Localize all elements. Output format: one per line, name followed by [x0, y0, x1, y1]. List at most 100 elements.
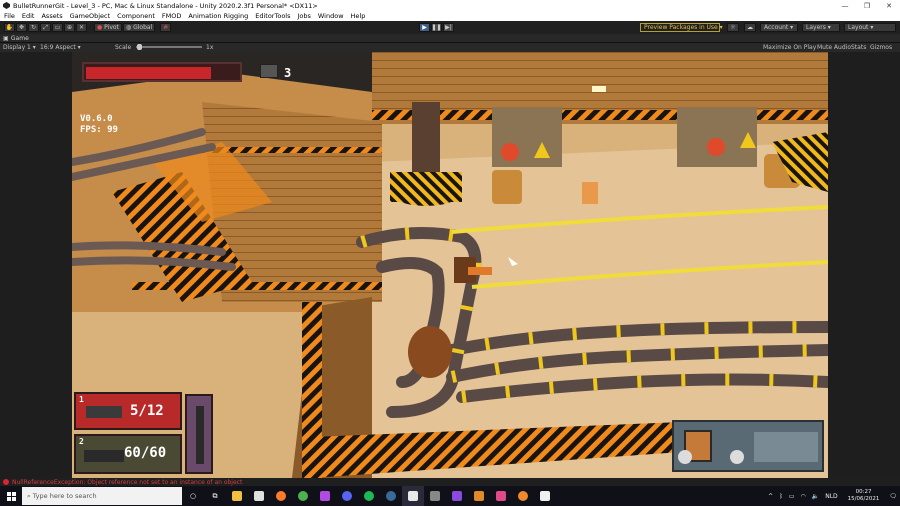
custom-tool-button[interactable]: ✕: [76, 23, 87, 32]
taskbar-app-orange[interactable]: [468, 486, 490, 506]
language-indicator[interactable]: NLD: [825, 493, 837, 500]
transform-icon: ⊕: [66, 24, 73, 31]
clock-date: 15/06/2021: [847, 496, 880, 502]
stats-toggle[interactable]: Stats: [851, 44, 866, 51]
display-dropdown[interactable]: Display 1 ▾: [3, 44, 36, 51]
close-button[interactable]: ✕: [878, 0, 900, 11]
game-viewport[interactable]: 3 V0.6.0 FPS: 99 1 5/12 2 60/60: [72, 52, 828, 478]
chevron-up-icon[interactable]: ^: [768, 493, 773, 500]
cloud-button[interactable]: ☁: [744, 23, 756, 32]
menu-fmod[interactable]: FMOD: [162, 12, 181, 20]
menu-help[interactable]: Help: [351, 12, 366, 20]
menu-editortools[interactable]: EditorTools: [255, 12, 290, 20]
search-icon: ⌕: [27, 491, 31, 500]
blender-icon: [518, 491, 528, 501]
layers-label: Layers: [806, 24, 826, 31]
menu-gameobject[interactable]: GameObject: [70, 12, 111, 20]
taskbar-blender[interactable]: [512, 486, 534, 506]
melee-slot: [185, 394, 213, 474]
taskbar-firefox[interactable]: [270, 486, 292, 506]
taskbar-discord[interactable]: [336, 486, 358, 506]
layout-label: Layout: [848, 24, 869, 31]
menu-edit[interactable]: Edit: [22, 12, 35, 20]
bat-icon: [196, 406, 204, 464]
scale-label: Scale: [115, 44, 132, 51]
layers-dropdown[interactable]: Layers ▾: [802, 23, 840, 32]
scale-tool-button[interactable]: ⤢: [40, 23, 51, 32]
tools-icon: ✕: [78, 24, 85, 31]
taskbar-explorer[interactable]: [226, 486, 248, 506]
step-button[interactable]: ▶|: [443, 23, 454, 32]
scale-value: 1x: [206, 44, 214, 51]
account-dropdown[interactable]: Account ▾: [760, 23, 798, 32]
play-button[interactable]: ▶: [419, 23, 430, 32]
item-panel: [672, 420, 824, 472]
taskbar-clock[interactable]: 00:27 15/06/2021: [845, 489, 883, 503]
task-view-icon: ⧉: [212, 491, 218, 500]
weapon-slot-1-ammo: 5/12: [130, 403, 164, 419]
minimize-button[interactable]: —: [834, 0, 856, 11]
store-icon: [254, 491, 264, 501]
lives-count: 3: [284, 66, 292, 80]
tab-game[interactable]: Game: [11, 35, 29, 42]
potion-icon: [678, 450, 692, 464]
taskbar-store[interactable]: [248, 486, 270, 506]
taskbar-unity[interactable]: [402, 486, 424, 506]
volume-icon[interactable]: 🔈: [812, 493, 819, 500]
gizmos-dropdown[interactable]: Gizmos: [870, 44, 892, 51]
pause-icon: ❚❚: [431, 24, 442, 31]
play-icon: ▶: [422, 24, 427, 31]
menu-jobs[interactable]: Jobs: [297, 12, 310, 20]
taskbar-visual-studio[interactable]: [446, 486, 468, 506]
menu-window[interactable]: Window: [318, 12, 344, 20]
taskbar-spotify[interactable]: [358, 486, 380, 506]
snap-button[interactable]: #: [160, 23, 172, 32]
viewport-letterbox-right: [828, 52, 900, 478]
taskbar-app-white[interactable]: [534, 486, 556, 506]
menu-file[interactable]: File: [4, 12, 15, 20]
taskbar-app-colorful[interactable]: [490, 486, 512, 506]
cortana-button[interactable]: ○: [182, 486, 204, 506]
maximize-on-play-toggle[interactable]: Maximize On Play: [763, 44, 816, 51]
menu-animation-rigging[interactable]: Animation Rigging: [188, 12, 248, 20]
rect-tool-button[interactable]: ▭: [52, 23, 63, 32]
taskbar-steam[interactable]: [380, 486, 402, 506]
scale-slider-handle[interactable]: [137, 44, 142, 50]
maximize-button[interactable]: ❐: [856, 0, 878, 11]
rotate-tool-button[interactable]: ↻: [28, 23, 39, 32]
bluetooth-icon[interactable]: ᛒ: [779, 493, 783, 500]
taskbar-search[interactable]: ⌕ Type here to search: [22, 487, 182, 505]
network-icon[interactable]: ▭: [789, 493, 795, 500]
layout-dropdown[interactable]: Layout ▾: [844, 23, 896, 32]
step-icon: ▶|: [445, 24, 452, 31]
transform-tool-button[interactable]: ⊕: [64, 23, 75, 32]
task-view-button[interactable]: ⧉: [204, 486, 226, 506]
collab-button[interactable]: ☼: [727, 23, 739, 32]
folder-icon: [232, 491, 242, 501]
preview-packages-dropdown[interactable]: Preview Packages in Use ▾: [640, 23, 723, 32]
global-toggle[interactable]: ◍ Global: [122, 23, 156, 32]
scale-slider-track[interactable]: [136, 46, 202, 48]
notifications-icon[interactable]: 🗨: [889, 493, 897, 500]
menu-component[interactable]: Component: [117, 12, 155, 20]
grenade-icon: [260, 64, 278, 78]
version-label: V0.6.0: [80, 114, 113, 124]
wifi-icon[interactable]: ◠: [800, 493, 805, 500]
grid-snap-icon: #: [163, 24, 169, 31]
aspect-dropdown[interactable]: 16:9 Aspect ▾: [40, 44, 81, 51]
hand-tool-button[interactable]: ✋: [4, 23, 15, 32]
taskbar-app-purple[interactable]: [314, 486, 336, 506]
start-button[interactable]: [0, 486, 22, 506]
pivot-toggle[interactable]: ● Pivot: [94, 23, 122, 32]
taskbar-unity-hub[interactable]: [424, 486, 446, 506]
aspect-label: 16:9 Aspect: [40, 44, 76, 51]
console-status-bar[interactable]: NullReferenceException: Object reference…: [0, 478, 900, 486]
pause-button[interactable]: ❚❚: [431, 23, 442, 32]
menu-assets[interactable]: Assets: [41, 12, 62, 20]
rifle-icon: [84, 450, 124, 462]
move-tool-button[interactable]: ✥: [16, 23, 27, 32]
taskbar-chrome[interactable]: [292, 486, 314, 506]
error-message: NullReferenceException: Object reference…: [12, 478, 243, 486]
mute-audio-toggle[interactable]: Mute Audio: [817, 44, 851, 51]
window-title: BulletRunnerGit - Level_3 - PC, Mac & Li…: [13, 1, 318, 10]
